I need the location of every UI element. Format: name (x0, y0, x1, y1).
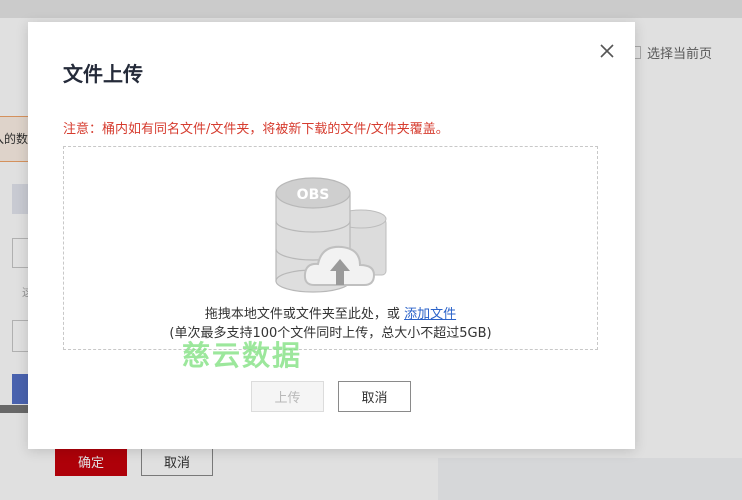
overwrite-warning: 注意：桶内如有同名文件/文件夹，将被新下载的文件/文件夹覆盖。 (63, 122, 449, 137)
dialog-title: 文件上传 (63, 62, 143, 86)
add-file-link[interactable]: 添加文件 (404, 307, 456, 322)
obs-label: OBS (297, 187, 330, 203)
drop-instructions: 拖拽本地文件或文件夹至此处，或 添加文件 (64, 303, 597, 322)
drop-text: 拖拽本地文件或文件夹至此处，或 (204, 307, 400, 322)
watermark: 慈云数据 (182, 339, 303, 372)
close-icon (600, 44, 614, 58)
upload-dropzone[interactable]: OBS 拖拽本地文件或文件夹至此处，或 添加文件 (单次最多支持100个文件同时… (63, 146, 598, 350)
upload-limit-text: (单次最多支持100个文件同时上传，总大小不超过5GB) (169, 326, 492, 341)
close-button[interactable] (594, 38, 620, 64)
file-upload-dialog: 文件上传 注意：桶内如有同名文件/文件夹，将被新下载的文件/文件夹覆盖。 OBS (28, 22, 635, 449)
upload-button[interactable]: 上传 (251, 381, 324, 412)
cancel-button[interactable]: 取消 (338, 381, 411, 412)
obs-upload-illustration: OBS (275, 177, 387, 293)
